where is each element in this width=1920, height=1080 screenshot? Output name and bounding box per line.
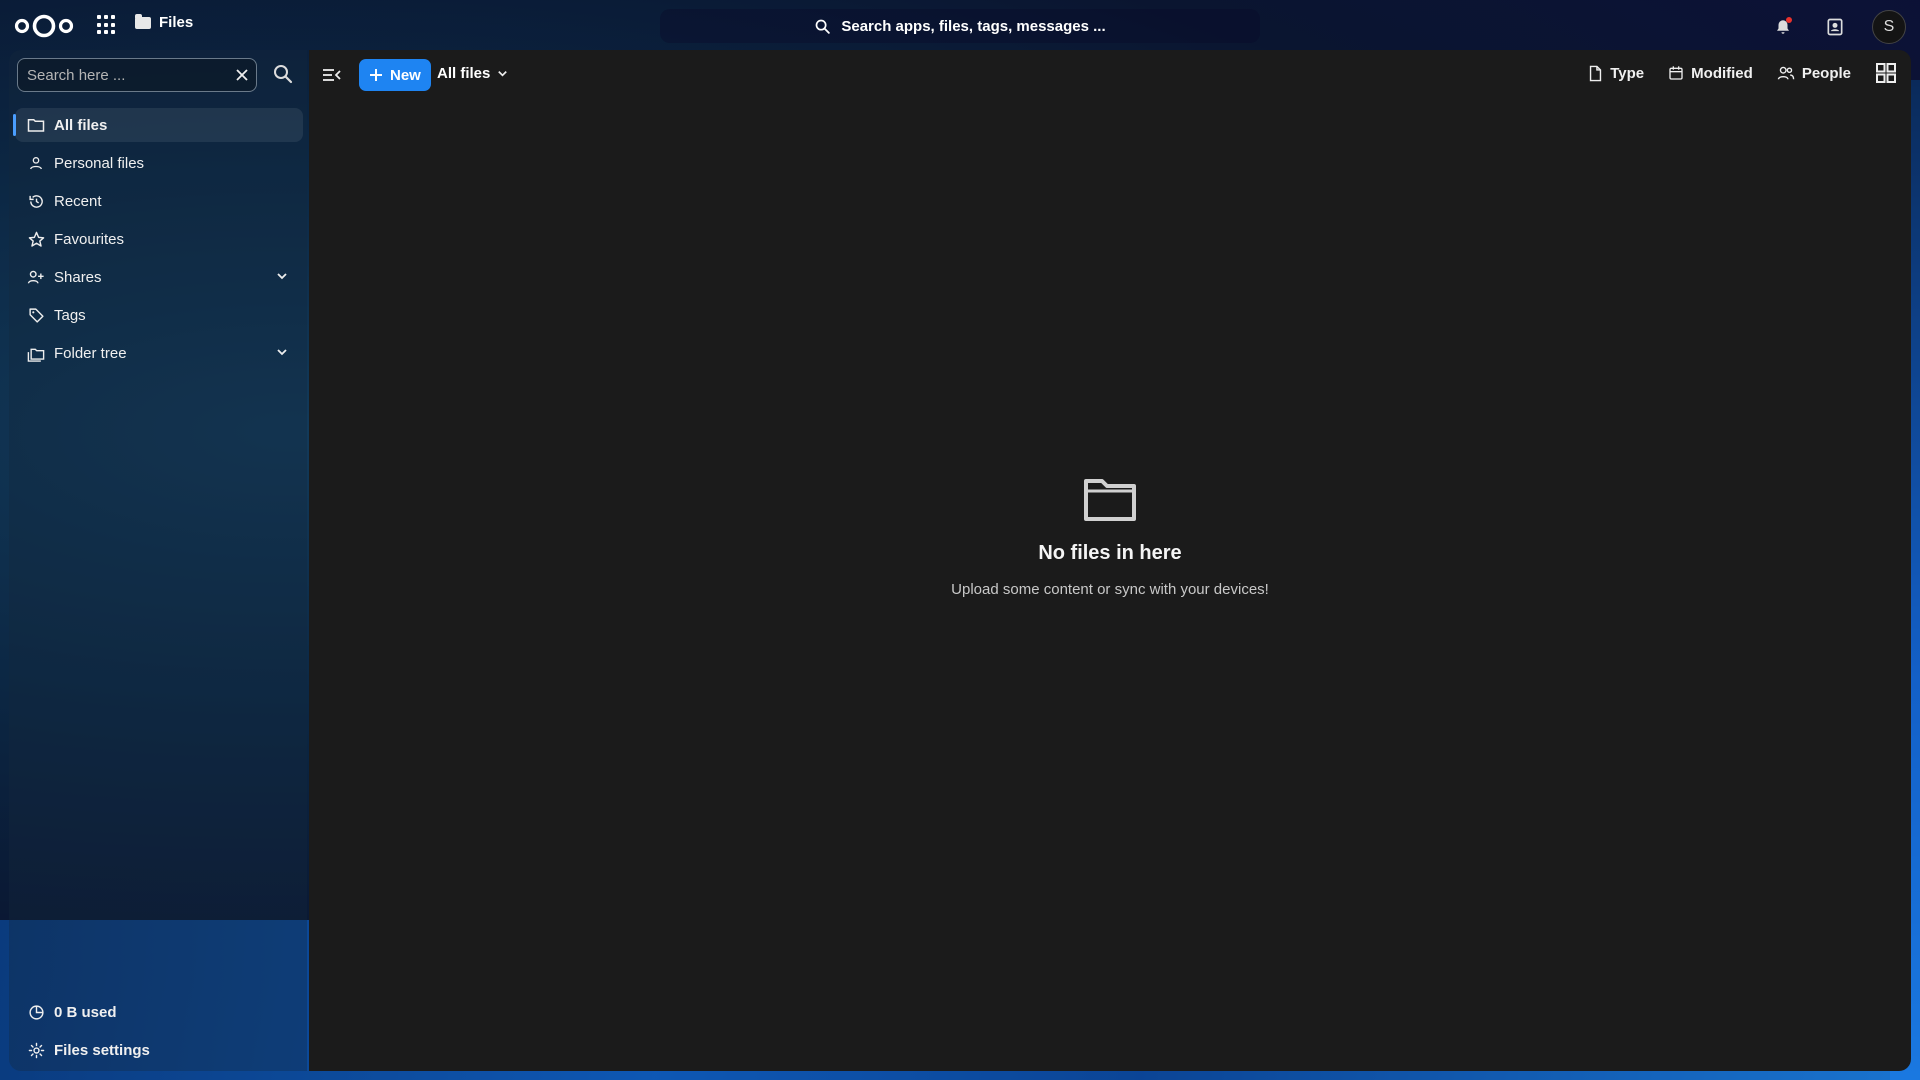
- empty-state-title: No files in here: [1038, 542, 1182, 564]
- sidebar-item-label: Recent: [54, 192, 102, 210]
- breadcrumb-label: All files: [437, 65, 491, 82]
- sidebar-item-all-files[interactable]: All files: [13, 108, 303, 142]
- files-settings-label: Files settings: [54, 1041, 150, 1059]
- sidebar-item-recent[interactable]: Recent: [15, 184, 303, 218]
- contacts-button[interactable]: [1820, 12, 1850, 42]
- contacts-icon: [1827, 18, 1843, 36]
- new-button-label: New: [390, 66, 421, 84]
- sidebar-search-box: [17, 58, 257, 92]
- sidebar-item-folder-tree[interactable]: Folder tree: [15, 336, 303, 370]
- share-icon: [27, 268, 45, 286]
- grid-view-icon[interactable]: [1875, 62, 1897, 84]
- plus-icon: [370, 69, 382, 81]
- files-toolbar: New All files Type Modified People: [309, 50, 1911, 100]
- chevron-down-icon: [498, 71, 508, 77]
- filter-modified-button[interactable]: Modified: [1668, 65, 1753, 82]
- quota-info[interactable]: 0 B used: [15, 995, 303, 1029]
- close-icon: [236, 69, 248, 81]
- filter-people-button[interactable]: People: [1777, 65, 1851, 82]
- sidebar-item-label: Folder tree: [54, 344, 127, 362]
- sidebar-item-label: Shares: [54, 268, 102, 286]
- person-icon: [27, 154, 45, 172]
- files-settings-button[interactable]: Files settings: [15, 1033, 303, 1067]
- gear-icon: [27, 1041, 45, 1059]
- main-content: New All files Type Modified People No fi…: [309, 50, 1911, 1071]
- sidebar-nav: All files Personal files Recent Favourit…: [13, 108, 303, 374]
- notification-dot: [1786, 17, 1792, 23]
- star-icon: [27, 230, 45, 248]
- tag-icon: [27, 306, 45, 324]
- folder-icon: [27, 116, 45, 134]
- filters-bar: Type Modified People: [1588, 62, 1897, 84]
- history-icon: [27, 192, 45, 210]
- sidebar-item-favourites[interactable]: Favourites: [15, 222, 303, 256]
- sidebar-item-label: Personal files: [54, 154, 145, 172]
- sidebar-search-input[interactable]: [18, 65, 228, 85]
- folder-icon: [1084, 479, 1136, 521]
- filter-type-label: Type: [1610, 64, 1645, 82]
- app-files-link[interactable]: Files: [135, 13, 194, 31]
- global-search-label: Search apps, files, tags, messages ...: [841, 17, 1106, 35]
- sidebar-item-personal-files[interactable]: Personal files: [15, 146, 303, 180]
- app-navigation: All files Personal files Recent Favourit…: [9, 50, 307, 1071]
- calendar-icon: [1669, 66, 1683, 80]
- filter-type-button[interactable]: Type: [1588, 65, 1644, 82]
- breadcrumb[interactable]: All files: [437, 65, 509, 82]
- filter-people-label: People: [1801, 64, 1851, 82]
- clear-search-button[interactable]: [228, 61, 256, 89]
- folder-icon: [135, 13, 151, 29]
- sidebar-item-tags[interactable]: Tags: [15, 298, 303, 332]
- toggle-sidebar-icon[interactable]: [321, 65, 343, 85]
- search-icon[interactable]: [271, 62, 295, 86]
- notifications-button[interactable]: [1768, 12, 1798, 42]
- folder-tree-icon: [27, 344, 45, 362]
- avatar[interactable]: S: [1872, 10, 1906, 44]
- app-name: Files: [159, 14, 194, 31]
- sidebar-item-shares[interactable]: Shares: [15, 260, 303, 294]
- filter-modified-label: Modified: [1691, 64, 1753, 82]
- apps-grid-icon[interactable]: [97, 15, 117, 35]
- people-icon: [1777, 66, 1795, 80]
- sidebar-item-label: Tags: [54, 306, 86, 324]
- pie-chart-icon: [27, 1003, 45, 1021]
- chevron-down-icon[interactable]: [275, 269, 289, 283]
- sidebar-item-label: Favourites: [54, 230, 125, 248]
- empty-state: No files in here Upload some content or …: [309, 475, 1911, 598]
- file-icon: [1590, 65, 1602, 81]
- quota-label: 0 B used: [54, 1003, 117, 1021]
- chevron-down-icon[interactable]: [275, 345, 289, 359]
- sidebar-item-label: All files: [54, 116, 108, 134]
- new-button[interactable]: New: [359, 59, 431, 91]
- nextcloud-logo[interactable]: [14, 13, 74, 39]
- sidebar-footer: 0 B used Files settings: [15, 995, 303, 1071]
- top-header: Files Search apps, files, tags, messages…: [0, 0, 1920, 50]
- empty-state-subtitle: Upload some content or sync with your de…: [951, 581, 1269, 598]
- search-icon: [815, 19, 831, 34]
- global-search-button[interactable]: Search apps, files, tags, messages ...: [660, 9, 1260, 43]
